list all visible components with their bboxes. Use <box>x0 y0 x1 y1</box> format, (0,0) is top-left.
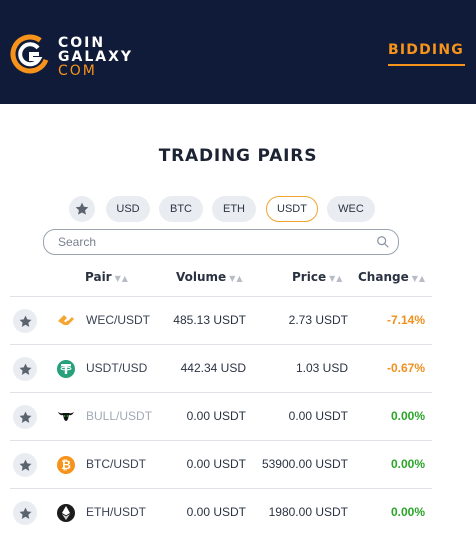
column-header-price[interactable]: Price ▼▲ <box>292 270 343 284</box>
column-header-volume[interactable]: Volume ▼▲ <box>176 270 244 284</box>
price-value: 2.73 USDT <box>288 313 348 327</box>
favorite-toggle[interactable] <box>13 309 37 333</box>
column-price-label: Price <box>292 270 327 284</box>
filter-eth[interactable]: ETH <box>212 196 256 222</box>
sort-arrows-icon[interactable]: ▼▲ <box>229 274 243 283</box>
price-value: 1.03 USD <box>295 361 348 375</box>
table-header: Pair ▼▲ Volume ▼▲ Price ▼▲ Change ▼▲ <box>0 268 476 288</box>
filter-usdt[interactable]: USDT <box>266 196 318 222</box>
logo-line-1: COIN <box>58 35 106 51</box>
table-row[interactable]: ETH/USDT 0.00 USDT 1980.00 USDT 0.00% <box>10 488 432 537</box>
volume-value: 485.13 USDT <box>173 313 246 327</box>
column-pair-label: Pair <box>85 270 112 284</box>
sort-arrows-icon[interactable]: ▼▲ <box>115 274 129 283</box>
filter-wec[interactable]: WEC <box>327 196 375 222</box>
logo-line-2: GALAXY <box>58 49 134 65</box>
change-value: -0.67% <box>386 361 425 375</box>
volume-value: 0.00 USDT <box>186 457 246 471</box>
ethereum-icon <box>57 504 75 522</box>
pair-name: WEC/USDT <box>86 313 150 327</box>
column-header-change[interactable]: Change ▼▲ <box>358 270 426 284</box>
price-value: 53900.00 USDT <box>261 457 348 471</box>
pair-name: USDT/USD <box>86 361 148 375</box>
filter-bar: USD BTC ETH USDT WEC <box>0 196 476 222</box>
pair-name: BULL/USDT <box>86 409 153 423</box>
change-value: -7.14% <box>386 313 425 327</box>
nav-active-underline <box>388 64 465 66</box>
column-volume-label: Volume <box>176 270 227 284</box>
search-box <box>43 229 399 255</box>
favorite-toggle[interactable] <box>13 501 37 525</box>
logo-line-3: COM <box>58 63 97 79</box>
volume-value: 0.00 USDT <box>186 505 246 519</box>
change-value: 0.00% <box>390 409 425 423</box>
star-icon <box>75 202 89 215</box>
tether-icon <box>57 360 75 378</box>
star-icon <box>19 363 31 375</box>
favorite-toggle[interactable] <box>13 357 37 381</box>
star-icon <box>19 507 31 519</box>
coin-galaxy-logo-icon[interactable] <box>10 34 50 74</box>
price-value: 0.00 USDT <box>288 409 348 423</box>
wec-icon <box>58 315 74 326</box>
table-row[interactable]: BULL/USDT 0.00 USDT 0.00 USDT 0.00% <box>10 392 432 441</box>
price-value: 1980.00 USDT <box>268 505 348 519</box>
table-row[interactable]: USDT/USD 442.34 USD 1.03 USD -0.67% <box>10 344 432 393</box>
change-value: 0.00% <box>390 505 425 519</box>
pair-name: BTC/USDT <box>86 457 146 471</box>
filter-btc[interactable]: BTC <box>159 196 203 222</box>
sort-arrows-icon[interactable]: ▼▲ <box>329 274 343 283</box>
table-row[interactable]: WEC/USDT 485.13 USDT 2.73 USDT -7.14% <box>10 296 432 345</box>
page-title: TRADING PAIRS <box>158 146 318 166</box>
sort-arrows-icon[interactable]: ▼▲ <box>412 274 426 283</box>
filter-usd[interactable]: USD <box>106 196 150 222</box>
search-icon[interactable] <box>376 235 390 249</box>
logo-wordmark[interactable]: COIN GALAXY COM <box>58 36 133 78</box>
volume-value: 0.00 USDT <box>186 409 246 423</box>
top-header: COIN GALAXY COM BIDDING <box>0 0 476 104</box>
bitcoin-icon: ₿ <box>57 456 75 474</box>
search-input[interactable] <box>58 233 358 251</box>
change-value: 0.00% <box>390 457 425 471</box>
favorite-toggle[interactable] <box>13 405 37 429</box>
pair-name: ETH/USDT <box>86 505 146 519</box>
column-change-label: Change <box>358 270 409 284</box>
table-row[interactable]: ₿ BTC/USDT 0.00 USDT 53900.00 USDT 0.00% <box>10 440 432 489</box>
volume-value: 442.34 USD <box>180 361 246 375</box>
star-icon <box>19 459 31 471</box>
star-icon <box>19 315 31 327</box>
column-header-pair[interactable]: Pair ▼▲ <box>85 270 129 284</box>
favorites-filter-button[interactable] <box>69 196 95 222</box>
bull-icon <box>58 412 74 421</box>
svg-text:₿: ₿ <box>61 458 71 472</box>
favorite-toggle[interactable] <box>13 453 37 477</box>
nav-bidding-link[interactable]: BIDDING <box>388 42 464 58</box>
star-icon <box>19 411 31 423</box>
